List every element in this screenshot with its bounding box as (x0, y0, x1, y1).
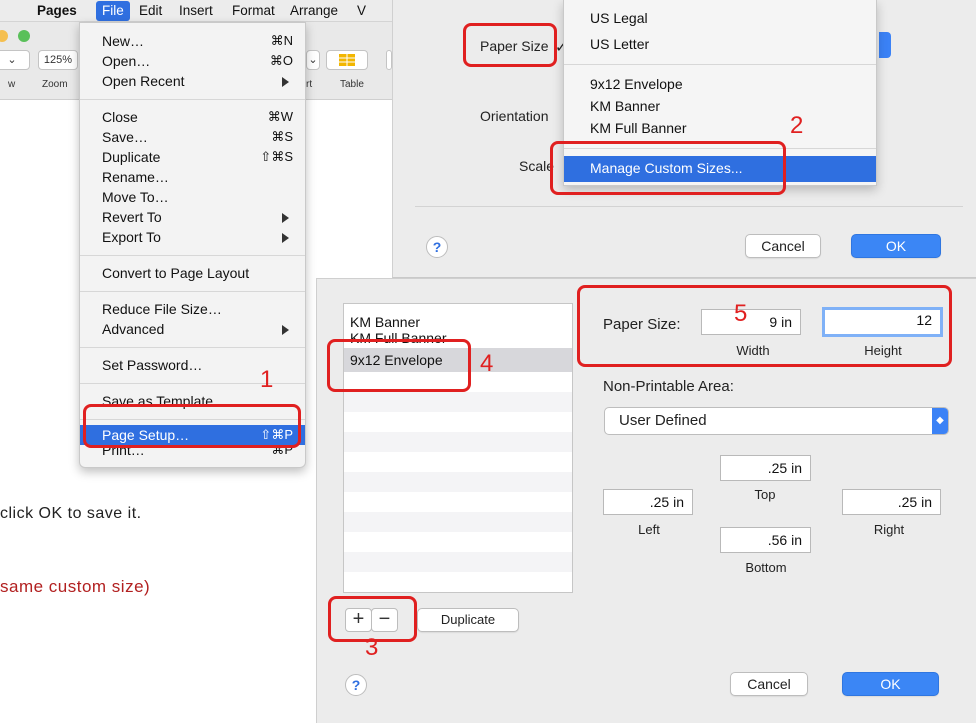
paper-option-us-legal[interactable]: US Legal (590, 10, 648, 26)
menu-file[interactable]: File (96, 1, 130, 21)
bottom-margin-field[interactable]: .56 in (720, 527, 811, 553)
bottom-caption: Bottom (745, 560, 787, 575)
menu-view-partial[interactable]: V (357, 3, 366, 18)
help-button[interactable]: ? (345, 674, 367, 696)
orientation-label: Orientation (480, 108, 549, 124)
non-printable-area-label: Non-Printable Area: (603, 378, 734, 395)
menu-item-revert-to[interactable]: Revert To (80, 207, 305, 227)
list-empty-row (344, 552, 572, 572)
menu-item-move-to[interactable]: Move To… (80, 187, 305, 207)
annotation-box-paper-size (463, 23, 557, 67)
step-number-1: 1 (260, 366, 274, 393)
submenu-arrow-icon (282, 213, 289, 223)
select-chevron-icon: ◆ (932, 408, 948, 434)
menu-item-advanced[interactable]: Advanced (80, 319, 305, 339)
menu-item-convert-to-page-layout[interactable]: Convert to Page Layout (80, 263, 305, 283)
minimize-window-icon[interactable] (0, 30, 8, 42)
right-margin-field[interactable]: .25 in (842, 489, 941, 515)
list-empty-row (344, 392, 572, 412)
list-empty-row (344, 472, 572, 492)
menu-item-rename[interactable]: Rename… (80, 167, 305, 187)
ok-button[interactable]: OK (851, 234, 941, 258)
toolbar-chevron-button[interactable]: ⌄ (306, 50, 320, 70)
top-margin-field[interactable]: .25 in (720, 455, 811, 481)
annotation-box-paper-dimensions (577, 285, 952, 367)
menu-separator (80, 255, 305, 256)
duplicate-button[interactable]: Duplicate (417, 608, 519, 632)
cancel-button[interactable]: Cancel (745, 234, 821, 258)
menu-item-export-to[interactable]: Export To (80, 227, 305, 247)
view-label: w (8, 79, 16, 90)
dialog-divider (415, 206, 963, 207)
annotation-box-size-list (327, 339, 471, 392)
partial-toolbar-label: rt (306, 79, 313, 90)
document-red-text-line: same custom size) (0, 577, 151, 596)
view-button[interactable]: ⌄ (0, 50, 30, 70)
annotation-box-manage-custom-sizes (550, 141, 786, 195)
annotation-box-page-setup (83, 404, 301, 448)
chevron-down-icon: ⌄ (7, 54, 17, 66)
menu-separator (564, 64, 876, 65)
menu-separator (80, 347, 305, 348)
menu-insert[interactable]: Insert (179, 3, 213, 18)
step-number-4: 4 (480, 350, 494, 377)
menu-item-new[interactable]: New… ⌘N (80, 31, 305, 51)
submenu-arrow-icon (282, 233, 289, 243)
submenu-arrow-icon (282, 77, 289, 87)
step-number-2: 2 (790, 112, 804, 139)
paper-size-popup-stepper[interactable] (879, 32, 891, 58)
list-empty-row (344, 432, 572, 452)
menu-bar: Pages File Edit Insert Format Arrange V (0, 0, 392, 22)
paper-option-km-full-banner[interactable]: KM Full Banner (590, 120, 686, 136)
table-button[interactable] (326, 50, 368, 70)
file-menu: New… ⌘N Open… ⌘O Open Recent Close ⌘W Save…… (79, 22, 306, 468)
non-printable-area-value: User Defined (619, 412, 707, 429)
zoom-label: Zoom (42, 79, 68, 90)
menu-item-open[interactable]: Open… ⌘O (80, 51, 305, 71)
non-printable-area-select[interactable]: User Defined ◆ (604, 407, 949, 435)
menu-edit[interactable]: Edit (139, 3, 162, 18)
left-caption: Left (638, 522, 660, 537)
menu-item-duplicate[interactable]: Duplicate ⇧⌘S (80, 147, 305, 167)
step-number-3: 3 (365, 634, 379, 661)
menu-arrange[interactable]: Arrange (290, 3, 338, 18)
ok-button[interactable]: OK (842, 672, 939, 696)
paper-option-km-banner[interactable]: KM Banner (590, 98, 660, 114)
help-button[interactable]: ? (426, 236, 448, 258)
menu-item-reduce-file-size[interactable]: Reduce File Size… (80, 299, 305, 319)
cancel-button[interactable]: Cancel (730, 672, 808, 696)
menu-item-close[interactable]: Close ⌘W (80, 107, 305, 127)
table-label: Table (340, 79, 364, 90)
zoom-select[interactable]: 125% (38, 50, 78, 70)
menu-format[interactable]: Format (232, 3, 275, 18)
scale-label: Scale (519, 158, 555, 174)
list-item-km-banner[interactable]: KM Banner (344, 312, 572, 332)
document-text-line: click OK to save it. (0, 505, 142, 522)
paper-option-9x12-envelope[interactable]: 9x12 Envelope (590, 76, 683, 92)
zoom-window-icon[interactable] (18, 30, 30, 42)
menu-separator (80, 99, 305, 100)
left-margin-field[interactable]: .25 in (603, 489, 693, 515)
menu-pages[interactable]: Pages (37, 3, 77, 18)
menu-item-open-recent[interactable]: Open Recent (80, 71, 305, 91)
menu-item-save[interactable]: Save… ⌘S (80, 127, 305, 147)
table-icon (339, 54, 355, 66)
list-empty-row (344, 512, 572, 532)
step-number-5: 5 (734, 300, 748, 327)
paper-option-us-letter[interactable]: US Letter (590, 36, 649, 52)
right-caption: Right (873, 522, 905, 537)
top-caption: Top (754, 487, 776, 502)
menu-separator (80, 291, 305, 292)
chevron-down-icon: ⌄ (308, 54, 318, 66)
submenu-arrow-icon (282, 325, 289, 335)
